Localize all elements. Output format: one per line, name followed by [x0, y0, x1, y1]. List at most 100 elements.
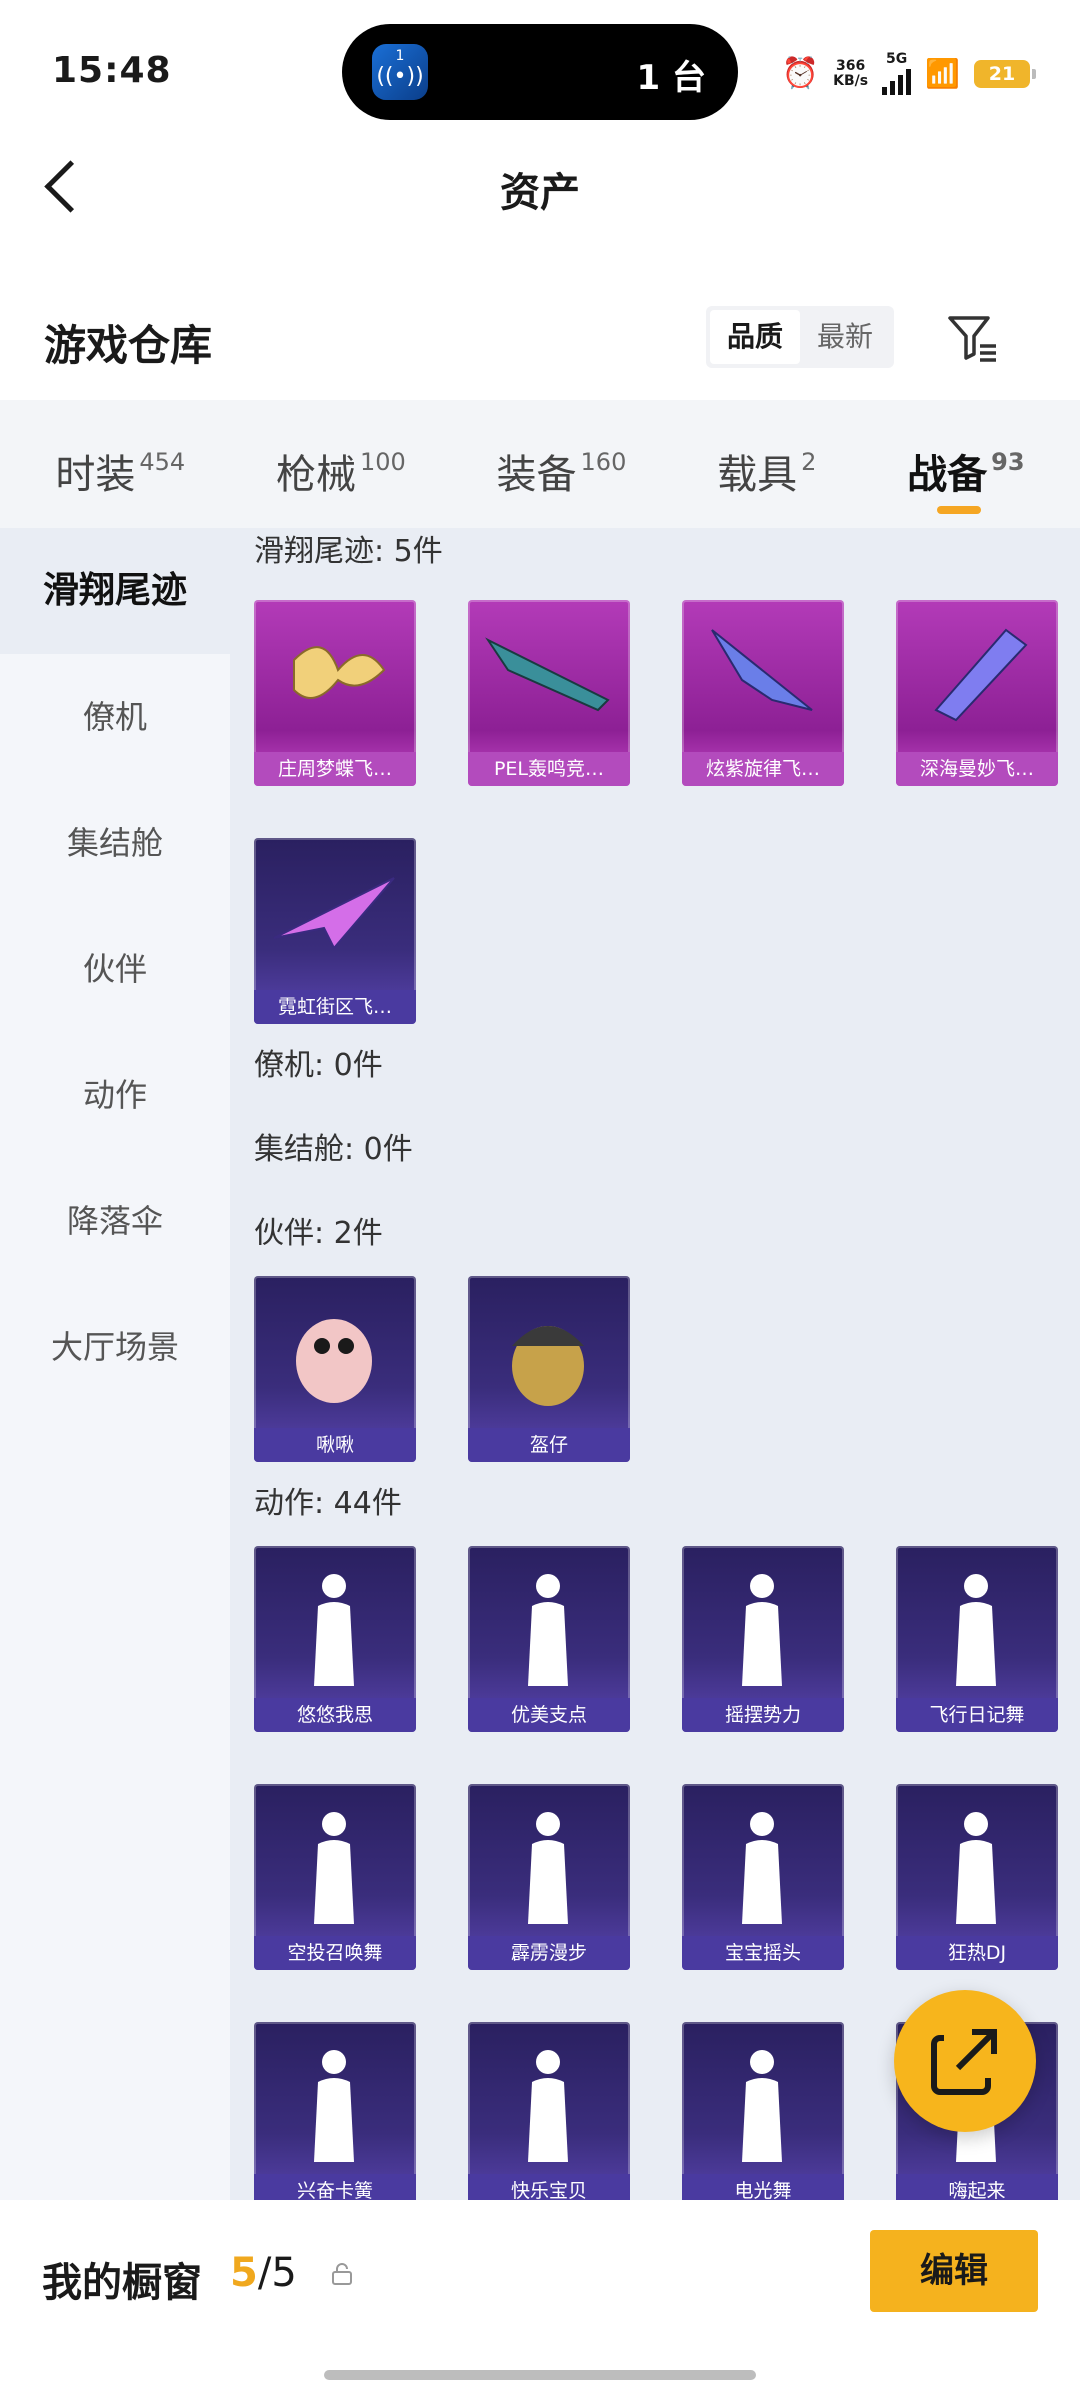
sidebar-item-lobby-scene[interactable]: 大厅场景 — [0, 1284, 230, 1410]
island-text: 1 台 — [636, 58, 707, 98]
board-trail-art — [934, 628, 1028, 722]
network-label: 5G — [886, 51, 908, 67]
item-name: 深海曼妙飞… — [896, 752, 1058, 786]
item-name: 飞行日记舞 — [896, 1698, 1058, 1732]
item-card[interactable]: PEL轰鸣竞… — [468, 600, 630, 786]
dancer-silhouette-icon — [528, 1574, 568, 1686]
showcase-count-total: /5 — [257, 2250, 297, 2296]
item-card[interactable]: 霹雳漫步 — [468, 1784, 630, 1970]
status-time: 15:48 — [52, 50, 172, 91]
item-card[interactable]: 啾啾 — [254, 1276, 416, 1462]
item-card[interactable]: 炫紫旋律飞… — [682, 600, 844, 786]
filter-button[interactable] — [944, 310, 1000, 366]
tab-count: 160 — [580, 447, 627, 476]
item-card[interactable]: 盔仔 — [468, 1276, 630, 1462]
item-name: 悠悠我思 — [254, 1698, 416, 1732]
net-speed-unit: KB/s — [833, 72, 869, 89]
item-card[interactable]: 深海曼妙飞… — [896, 600, 1058, 786]
filter-icon — [948, 316, 996, 362]
item-card[interactable]: 快乐宝贝 — [468, 2022, 630, 2200]
item-name: 空投召唤舞 — [254, 1936, 416, 1970]
item-card[interactable]: 悠悠我思 — [254, 1546, 416, 1732]
item-card[interactable]: 摇摆势力 — [682, 1546, 844, 1732]
wifi-icon: 📶 — [925, 57, 960, 90]
alarm-icon: ⏰ — [781, 56, 820, 91]
glider-trail-art — [711, 629, 813, 711]
dynamic-island[interactable]: 1 ((•)) 1 台 — [342, 24, 738, 120]
share-button[interactable] — [894, 1990, 1036, 2132]
edit-button[interactable]: 编辑 — [870, 2230, 1038, 2312]
item-name: 宝宝摇头 — [682, 1936, 844, 1970]
tab-count: 454 — [139, 447, 186, 476]
tab-label: 枪械 — [275, 452, 356, 498]
dancer-silhouette-icon — [956, 1574, 996, 1686]
tab-equipment[interactable]: 装备 160 — [497, 428, 627, 500]
wing-trail-art — [485, 637, 610, 712]
item-card[interactable]: 兴奋卡簧 — [254, 2022, 416, 2200]
item-name: 优美支点 — [468, 1698, 630, 1732]
item-card[interactable]: 霓虹街区飞… — [254, 838, 416, 1024]
paper-plane-trail-art — [273, 877, 395, 950]
item-card[interactable]: 宝宝摇头 — [682, 1784, 844, 1970]
category-tabs: 时装 454 枪械 100 装备 160 载具 2 战备 93 — [0, 400, 1080, 528]
item-name: 电光舞 — [682, 2174, 844, 2200]
item-name: 炫紫旋律飞… — [682, 752, 844, 786]
tab-combat-gear[interactable]: 战备 93 — [907, 428, 1025, 514]
pet-bird-art — [296, 1319, 372, 1403]
tab-count: 100 — [359, 447, 406, 476]
item-name: 庄周梦蝶飞… — [254, 752, 416, 786]
item-name: 啾啾 — [254, 1428, 416, 1462]
sidebar-item-glide-trail[interactable]: 滑翔尾迹 — [0, 528, 230, 654]
sidebar-item-wingman[interactable]: 僚机 — [0, 654, 230, 780]
group-title-wingman: 僚机: 0件 — [254, 1048, 383, 1083]
helmet-chick-art — [512, 1326, 584, 1406]
tab-count: 93 — [991, 447, 1025, 476]
item-name: 快乐宝贝 — [468, 2174, 630, 2200]
item-card[interactable]: 庄周梦蝶飞… — [254, 600, 416, 786]
section-title: 游戏仓库 — [44, 321, 213, 370]
item-card[interactable]: 飞行日记舞 — [896, 1546, 1058, 1732]
system-icons: ⏰ 366 KB/s 5G 📶 21 — [781, 51, 1036, 95]
group-title-partner: 伙伴: 2件 — [254, 1216, 383, 1251]
tab-vehicles[interactable]: 载具 2 — [717, 428, 816, 500]
net-speed-value: 366 — [836, 57, 866, 74]
lock-icon — [332, 2263, 352, 2285]
dancer-silhouette-icon — [528, 1812, 568, 1924]
item-card[interactable]: 空投召唤舞 — [254, 1784, 416, 1970]
status-bar: 15:48 1 ((•)) 1 台 ⏰ 366 KB/s 5G 📶 21 — [0, 0, 1080, 140]
showcase-count-current: 5 — [230, 2250, 258, 2296]
dancer-silhouette-icon — [314, 2050, 354, 2162]
item-name: 摇摆势力 — [682, 1698, 844, 1732]
bottom-bar: 我的橱窗 5/5 编辑 — [0, 2200, 1080, 2400]
dancer-silhouette-icon — [314, 1574, 354, 1686]
page-title: 资产 — [500, 170, 580, 216]
net-speed: 366 KB/s — [833, 57, 869, 89]
dancer-silhouette-icon — [742, 1812, 782, 1924]
group-title-glide: 滑翔尾迹: 5件 — [254, 534, 443, 569]
item-list: 滑翔尾迹: 5件 庄周梦蝶飞… PEL轰鸣竞… 炫紫旋律飞… 深海曼妙飞… 霓虹… — [254, 528, 1080, 2200]
sidebar-item-partner[interactable]: 伙伴 — [0, 906, 230, 1032]
broadcast-icon: 1 ((•)) — [372, 44, 428, 100]
tab-weapons[interactable]: 枪械 100 — [276, 428, 406, 500]
item-name: 霹雳漫步 — [468, 1936, 630, 1970]
sort-quality-button[interactable]: 品质 — [710, 310, 800, 364]
dancer-silhouette-icon — [742, 2050, 782, 2162]
tab-fashion[interactable]: 时装 454 — [55, 428, 185, 500]
content-area: 滑翔尾迹 僚机 集结舱 伙伴 动作 降落伞 大厅场景 滑翔尾迹: 5件 庄周梦蝶… — [0, 528, 1080, 2200]
item-card[interactable]: 优美支点 — [468, 1546, 630, 1732]
item-name: 兴奋卡簧 — [254, 2174, 416, 2200]
sidebar-item-emote[interactable]: 动作 — [0, 1032, 230, 1158]
tab-label: 时装 — [55, 452, 136, 498]
glide-grid: 庄周梦蝶飞… PEL轰鸣竞… 炫紫旋律飞… 深海曼妙飞… — [254, 600, 1080, 838]
showcase-count: 5/5 — [230, 2250, 297, 2296]
sort-newest-button[interactable]: 最新 — [800, 310, 890, 364]
item-name: PEL轰鸣竞… — [468, 752, 630, 786]
item-card[interactable]: 电光舞 — [682, 2022, 844, 2200]
island-icon-number: 1 — [395, 48, 405, 64]
home-indicator[interactable] — [324, 2370, 756, 2380]
share-external-icon — [931, 2029, 997, 2095]
item-card[interactable]: 狂热DJ — [896, 1784, 1058, 1970]
signal-icon — [882, 67, 912, 95]
sidebar-item-assembly-pod[interactable]: 集结舱 — [0, 780, 230, 906]
sidebar-item-parachute[interactable]: 降落伞 — [0, 1158, 230, 1284]
